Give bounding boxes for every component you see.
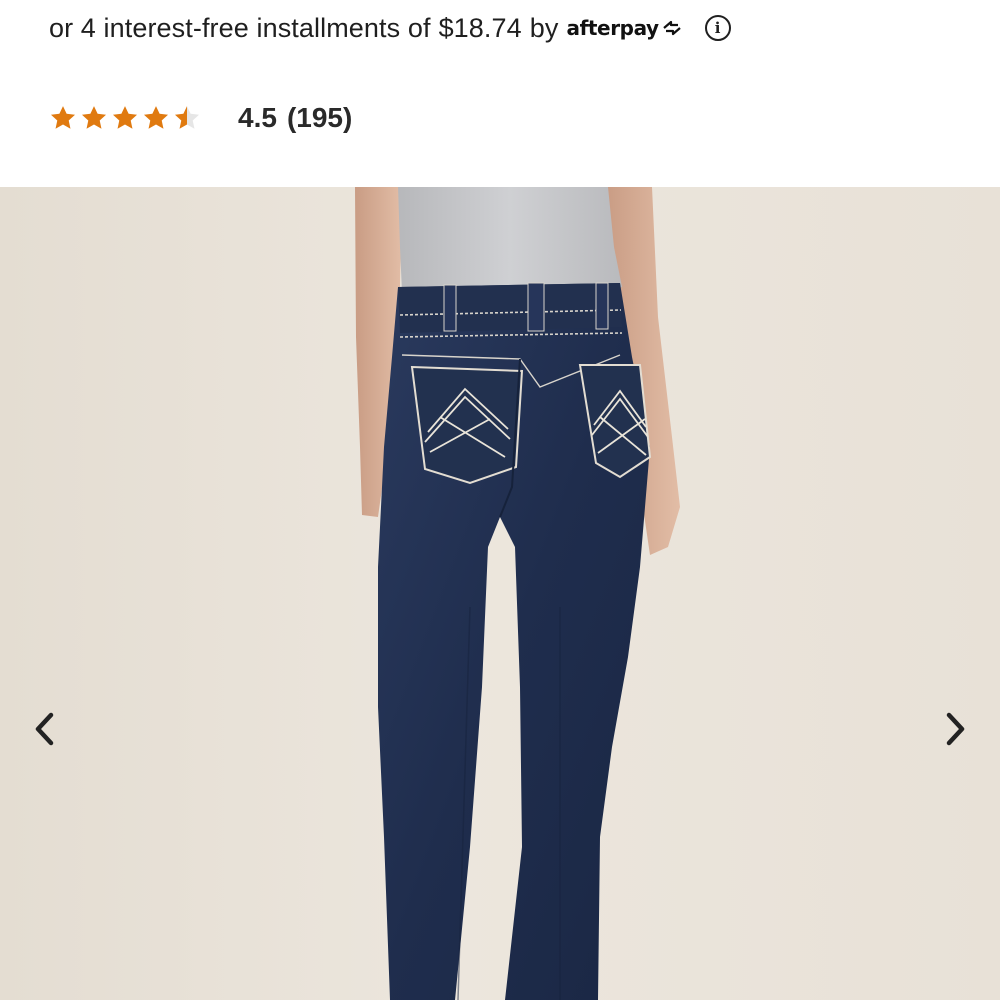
star-rating	[48, 104, 202, 132]
chevron-left-icon	[35, 712, 54, 746]
rating-summary: 4.5 (195)	[238, 102, 352, 134]
rating-row[interactable]: 4.5 (195)	[48, 96, 352, 140]
installments-line: or 4 interest-free installments of $18.7…	[49, 8, 731, 48]
afterpay-arrows-icon	[662, 20, 681, 36]
chevron-right-icon	[946, 712, 965, 746]
product-image-carousel[interactable]	[0, 187, 1000, 1000]
installments-prefix: or 4 interest-free installments of	[49, 12, 431, 43]
star-full-icon	[50, 106, 76, 129]
afterpay-logo-text: afterpay	[566, 16, 659, 40]
carousel-next-button[interactable]	[934, 707, 978, 751]
installment-amount: $18.74	[438, 12, 522, 43]
info-icon[interactable]: i	[704, 15, 731, 41]
product-page: or 4 interest-free installments of $18.7…	[0, 0, 1000, 1000]
carousel-prev-button[interactable]	[22, 707, 66, 751]
star-full-icon	[81, 106, 107, 129]
star-full-icon	[143, 106, 169, 129]
rating-value: 4.5	[238, 102, 277, 133]
star-full-icon	[112, 106, 138, 129]
installments-by: by	[529, 12, 559, 43]
afterpay-logo: afterpay	[566, 16, 682, 40]
review-count[interactable]: (195)	[287, 102, 352, 133]
product-image	[355, 187, 680, 1000]
star-half-icon	[174, 106, 200, 129]
